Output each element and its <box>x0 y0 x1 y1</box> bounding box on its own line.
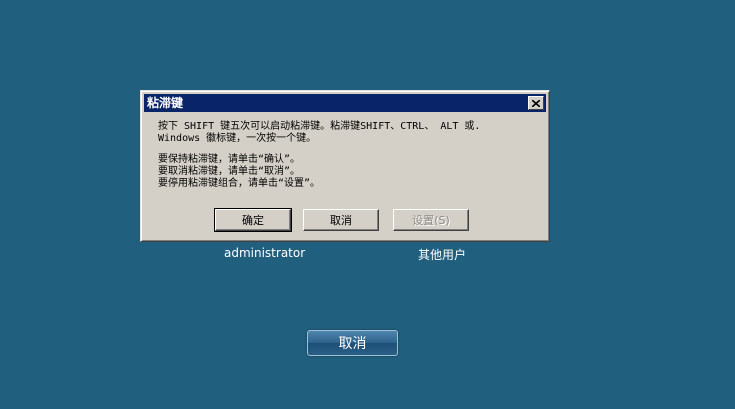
close-icon <box>532 99 540 107</box>
message-line: 要保持粘滞键，请单击“确认”。 <box>158 154 301 165</box>
user-tile-administrator[interactable]: administrator <box>224 246 305 260</box>
settings-button: 设置(S) <box>393 209 469 231</box>
dialog-title: 粘滞键 <box>147 96 184 110</box>
user-tile-other-user[interactable]: 其他用户 <box>418 246 466 263</box>
logon-screen: 粘滞键 按下 SHIFT 键五次可以启动粘滞键。粘滞键SHIFT、CTRL、 A… <box>0 0 735 409</box>
dialog-titlebar[interactable]: 粘滞键 <box>144 94 546 112</box>
sticky-keys-dialog: 粘滞键 按下 SHIFT 键五次可以启动粘滞键。粘滞键SHIFT、CTRL、 A… <box>140 90 550 242</box>
message-line: 要停用粘滞键组合，请单击“设置”。 <box>158 178 321 189</box>
close-button[interactable] <box>528 96 544 110</box>
logon-cancel-button[interactable]: 取消 <box>307 330 398 356</box>
cancel-button[interactable]: 取消 <box>303 209 379 231</box>
ok-button[interactable]: 确定 <box>214 208 292 232</box>
message-line: 要取消粘滞键，请单击“取消”。 <box>158 166 301 177</box>
message-line: Windows 徽标键，一次按一个键。 <box>158 133 317 144</box>
message-line: 按下 SHIFT 键五次可以启动粘滞键。粘滞键SHIFT、CTRL、 ALT 或… <box>158 121 481 132</box>
